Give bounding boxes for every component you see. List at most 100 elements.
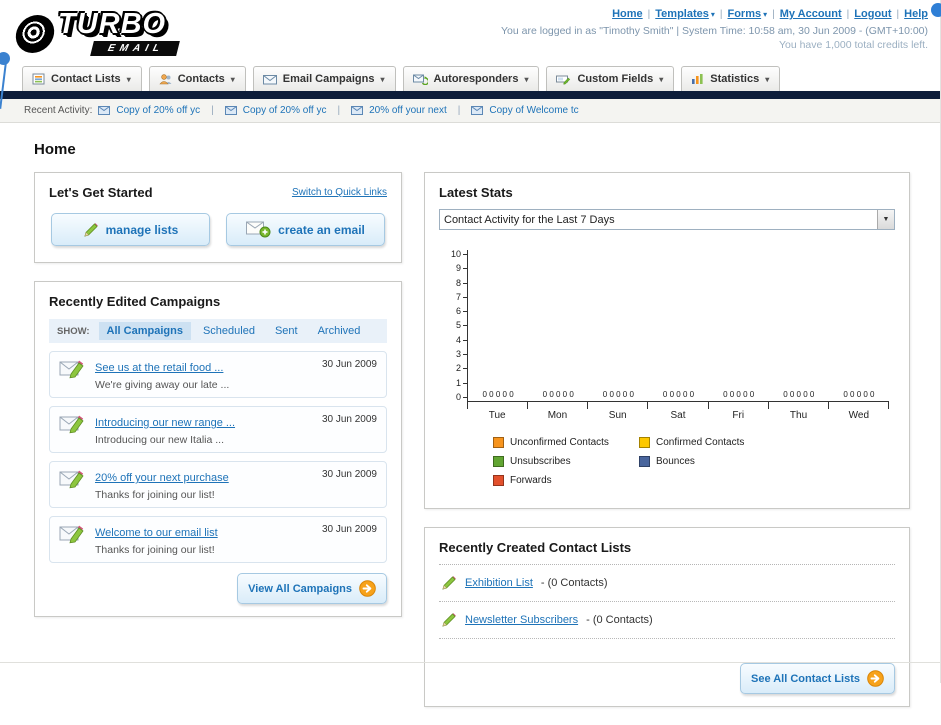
- campaign-subtitle: Thanks for joining our list!: [95, 544, 215, 556]
- filter-scheduled[interactable]: Scheduled: [195, 322, 263, 340]
- campaigns-title: Recently Edited Campaigns: [49, 294, 221, 309]
- x-tick: [527, 402, 529, 409]
- view-all-campaigns-button[interactable]: View All Campaigns: [237, 573, 387, 604]
- x-axis-label: Tue: [488, 410, 506, 421]
- x-axis-label: Mon: [547, 410, 568, 421]
- top-link-logout[interactable]: Logout: [854, 8, 891, 20]
- y-axis-label: 2: [456, 364, 467, 373]
- tab-contacts[interactable]: Contacts ▾: [148, 66, 246, 91]
- chevron-down-icon: ▾: [763, 10, 768, 19]
- legend-item: Confirmed Contacts: [639, 437, 785, 448]
- legend-item: Bounces: [639, 456, 785, 467]
- create-email-label: create an email: [278, 222, 365, 237]
- contact-list-link[interactable]: Exhibition List: [465, 577, 533, 589]
- filter-sent[interactable]: Sent: [267, 322, 306, 340]
- app-logo[interactable]: TURBO EMAIL: [13, 5, 180, 62]
- create-email-button[interactable]: create an email: [226, 213, 385, 246]
- recent-activity-link[interactable]: Copy of 20% off yc: [243, 105, 327, 116]
- chevron-down-icon: ▾: [710, 10, 715, 19]
- separator: |: [896, 9, 900, 20]
- tab-autoresponders[interactable]: Autoresponders ▾: [402, 66, 540, 91]
- campaign-filters: SHOW: All Campaigns Scheduled Sent Archived: [49, 319, 387, 343]
- envelope-icon: [98, 106, 111, 115]
- top-link-home[interactable]: Home: [612, 8, 643, 20]
- contact-list-row[interactable]: Exhibition List - (0 Contacts): [439, 565, 895, 602]
- filter-all-campaigns[interactable]: All Campaigns: [98, 322, 191, 340]
- latest-stats-panel: Latest Stats Contact Activity for the La…: [424, 172, 910, 509]
- y-axis-label: 9: [456, 264, 467, 273]
- credits-info: You have 1,000 total credits left.: [778, 39, 928, 51]
- switch-quick-links-link[interactable]: Switch to Quick Links: [292, 187, 387, 198]
- filter-archived[interactable]: Archived: [310, 322, 369, 340]
- tab-custom-fields[interactable]: Custom Fields ▾: [546, 66, 675, 91]
- campaign-subtitle: Thanks for joining our list!: [95, 489, 215, 501]
- campaign-date: 30 Jun 2009: [321, 414, 377, 425]
- separator: |: [846, 9, 850, 20]
- contact-list-link[interactable]: Newsletter Subscribers: [465, 614, 578, 626]
- legend-item: Unconfirmed Contacts: [493, 437, 639, 448]
- envelope-pencil-icon: [59, 413, 86, 434]
- top-link-forms[interactable]: Forms: [727, 8, 761, 20]
- tab-label: Statistics: [710, 73, 760, 85]
- legend-item: Forwards: [493, 475, 639, 486]
- separator: |: [457, 105, 461, 116]
- chevron-down-icon: ▾: [524, 74, 529, 84]
- campaigns-panel: Recently Edited Campaigns SHOW: All Camp…: [34, 281, 402, 617]
- y-axis-label: 3: [456, 350, 467, 359]
- see-all-contact-lists-button[interactable]: See All Contact Lists: [739, 663, 895, 694]
- footer-divider: [0, 662, 940, 663]
- top-link-help[interactable]: Help: [904, 8, 928, 20]
- x-axis-label: Fri: [732, 410, 745, 421]
- campaign-row[interactable]: See us at the retail food ... We're givin…: [49, 351, 387, 398]
- logo-subtitle: EMAIL: [90, 41, 180, 57]
- nav-underline: [0, 91, 940, 99]
- contact-list-row[interactable]: Newsletter Subscribers - (0 Contacts): [439, 602, 895, 639]
- tab-statistics[interactable]: Statistics ▾: [681, 66, 781, 91]
- chart-x-labels: Tue Mon Sun Sat Fri Thu Wed: [467, 410, 889, 421]
- campaign-row[interactable]: Welcome to our email list Thanks for join…: [49, 516, 387, 563]
- legend-swatch: [493, 456, 504, 467]
- top-links: Home | Templates ▾ | Forms ▾ | My Account | Logout…: [501, 8, 928, 20]
- campaign-row[interactable]: 20% off your next purchase Thanks for joi…: [49, 461, 387, 508]
- nav-tabs: Contact Lists ▾ Contacts ▾ Email Campaigns ▾ A…: [0, 66, 940, 91]
- chart-x-ticks: [467, 402, 889, 409]
- separator: |: [772, 9, 775, 20]
- bar-value-labels: 0 0 0 0 0: [843, 390, 875, 399]
- logo-swirl-icon: [13, 14, 57, 53]
- legend-label: Unsubscribes: [510, 456, 571, 467]
- top-link-templates[interactable]: Templates: [655, 8, 709, 20]
- page-title: Home: [34, 141, 76, 158]
- campaign-title-link[interactable]: 20% off your next purchase: [95, 472, 229, 484]
- chart-y-axis: 10 9 8 7 6 5 4 3 2 1 0: [445, 250, 467, 402]
- recent-activity-link[interactable]: Copy of Welcome tc: [489, 105, 578, 116]
- manage-lists-button[interactable]: manage lists: [51, 213, 210, 246]
- tab-email-campaigns[interactable]: Email Campaigns ▾: [252, 66, 396, 91]
- tab-contact-lists[interactable]: Contact Lists ▾: [22, 66, 142, 91]
- nav-bar: Contact Lists ▾ Contacts ▾ Email Campaigns ▾ A…: [0, 66, 940, 99]
- top-link-my-account[interactable]: My Account: [780, 8, 842, 20]
- chevron-down-icon: ▾: [659, 74, 664, 84]
- legend-label: Forwards: [510, 475, 552, 486]
- campaign-row[interactable]: Introducing our new range ... Introducing…: [49, 406, 387, 453]
- login-info: You are logged in as "Timothy Smith" | S…: [501, 25, 928, 37]
- campaign-title-link[interactable]: Introducing our new range ...: [95, 417, 235, 429]
- header-right: Home | Templates ▾ | Forms ▾ | My Account | Logout…: [501, 5, 928, 62]
- y-axis-label: 4: [456, 335, 467, 345]
- recent-activity-link[interactable]: Copy of 20% off yc: [116, 105, 200, 116]
- view-all-campaigns-label: View All Campaigns: [248, 582, 352, 595]
- envelope-plus-icon: [246, 221, 271, 238]
- y-axis-label: 8: [456, 278, 467, 288]
- contact-list-count: - (0 Contacts): [586, 614, 653, 626]
- stats-range-select[interactable]: Contact Activity for the Last 7 Days ▼: [439, 209, 895, 230]
- recent-activity-link[interactable]: 20% off your next: [369, 105, 447, 116]
- contacts-icon: [159, 73, 172, 85]
- legend-swatch: [493, 475, 504, 486]
- recent-activity-label: Recent Activity:: [24, 105, 93, 116]
- campaign-title-link[interactable]: Welcome to our email list: [95, 527, 218, 539]
- campaign-title-link[interactable]: See us at the retail food ...: [95, 362, 223, 374]
- separator: |: [337, 105, 341, 116]
- legend-label: Confirmed Contacts: [656, 437, 745, 448]
- bar-value-labels: 0 0 0 0 0: [723, 390, 755, 399]
- contact-activity-chart: 10 9 8 7 6 5 4 3 2 1 0 0 0 0 0 00 0 0 0 00 0 0 0 0…: [439, 250, 895, 494]
- logo-texts: TURBO EMAIL: [58, 9, 180, 57]
